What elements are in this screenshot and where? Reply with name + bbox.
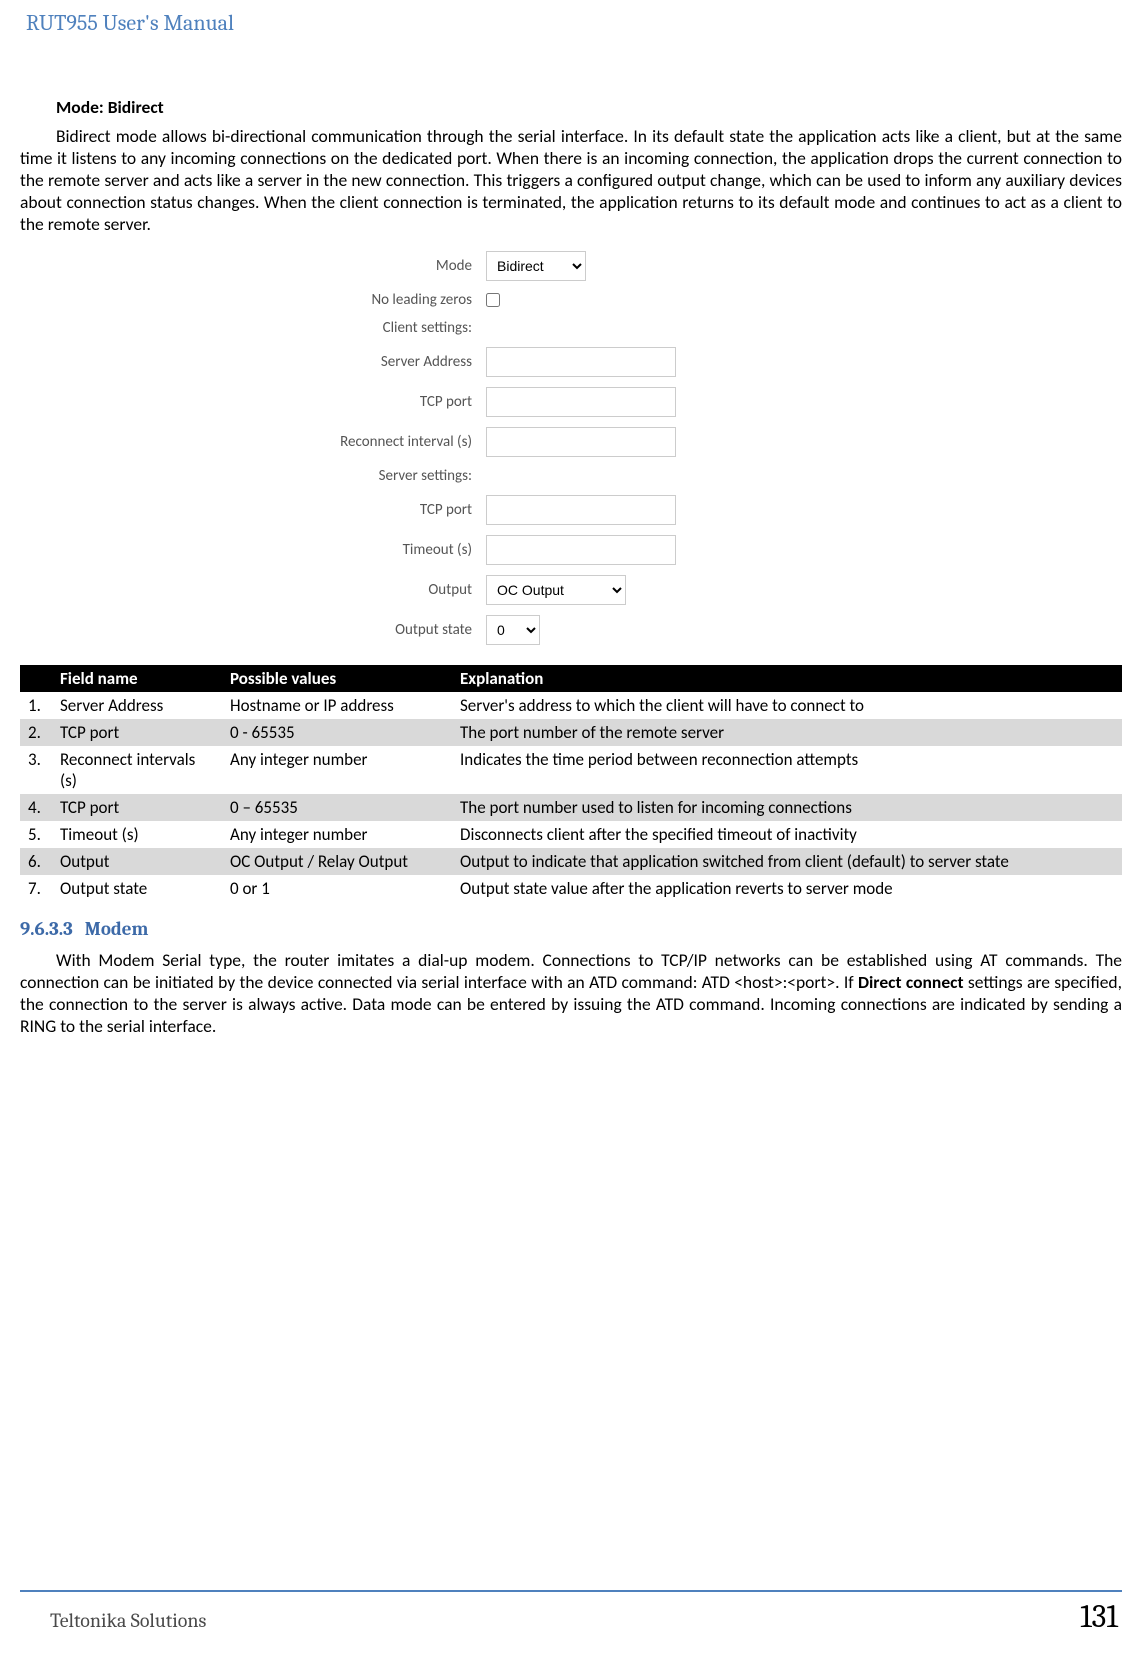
output-label: Output <box>291 581 486 599</box>
mode-select[interactable]: Bidirect <box>486 251 586 281</box>
no-leading-zeros-checkbox[interactable] <box>486 293 500 307</box>
table-row: 5. Timeout (s) Any integer number Discon… <box>20 821 1122 848</box>
modem-paragraph: With Modem Serial type, the router imita… <box>20 950 1122 1038</box>
page-footer: Teltonika Solutions 131 <box>20 1590 1122 1635</box>
tcp-port-client-input[interactable] <box>486 387 676 417</box>
cell-values: Hostname or IP address <box>222 692 452 719</box>
modem-para-bold: Direct connect <box>858 971 964 993</box>
tcp-port-client-label: TCP port <box>291 393 486 411</box>
fields-table: Field name Possible values Explanation 1… <box>20 665 1122 902</box>
mode-label: Mode <box>291 257 486 275</box>
output-state-select[interactable]: 0 <box>486 615 540 645</box>
output-state-label: Output state <box>291 621 486 639</box>
mode-paragraph: Bidirect mode allows bi-directional comm… <box>20 126 1122 235</box>
cell-num: 3. <box>20 746 52 794</box>
footer-company: Teltonika Solutions <box>50 1609 206 1632</box>
server-settings-heading: Server settings: <box>291 467 486 485</box>
cell-explanation: Output to indicate that application swit… <box>452 848 1122 875</box>
reconnect-interval-label: Reconnect interval (s) <box>291 433 486 451</box>
cell-field: Timeout (s) <box>52 821 222 848</box>
cell-num: 4. <box>20 794 52 821</box>
reconnect-interval-input[interactable] <box>486 427 676 457</box>
cell-values: Any integer number <box>222 821 452 848</box>
table-row: 6. Output OC Output / Relay Output Outpu… <box>20 848 1122 875</box>
cell-values: Any integer number <box>222 746 452 794</box>
cell-explanation: Server's address to which the client wil… <box>452 692 1122 719</box>
subheading-number: 9.6.3.3 <box>20 918 73 940</box>
table-row: 4. TCP port 0 – 65535 The port number us… <box>20 794 1122 821</box>
cell-explanation: The port number of the remote server <box>452 719 1122 746</box>
th-field: Field name <box>52 665 222 692</box>
mode-heading: Mode: Bidirect <box>56 96 1122 118</box>
cell-num: 7. <box>20 875 52 902</box>
server-address-input[interactable] <box>486 347 676 377</box>
cell-explanation: Disconnects client after the specified t… <box>452 821 1122 848</box>
table-row: 7. Output state 0 or 1 Output state valu… <box>20 875 1122 902</box>
th-num <box>20 665 52 692</box>
cell-values: 0 or 1 <box>222 875 452 902</box>
cell-explanation: Output state value after the application… <box>452 875 1122 902</box>
table-row: 2. TCP port 0 - 65535 The port number of… <box>20 719 1122 746</box>
cell-field: TCP port <box>52 794 222 821</box>
cell-values: 0 – 65535 <box>222 794 452 821</box>
cell-explanation: The port number used to listen for incom… <box>452 794 1122 821</box>
doc-header-title: RUT955 User's Manual <box>26 10 1122 36</box>
cell-field: Output state <box>52 875 222 902</box>
cell-num: 6. <box>20 848 52 875</box>
tcp-port-server-input[interactable] <box>486 495 676 525</box>
timeout-label: Timeout (s) <box>291 541 486 559</box>
cell-field: TCP port <box>52 719 222 746</box>
table-row: 1. Server Address Hostname or IP address… <box>20 692 1122 719</box>
th-explanation: Explanation <box>452 665 1122 692</box>
modem-subheading: 9.6.3.3 Modem <box>20 918 1122 940</box>
cell-num: 1. <box>20 692 52 719</box>
cell-values: 0 - 65535 <box>222 719 452 746</box>
output-select[interactable]: OC Output <box>486 575 626 605</box>
cell-field: Server Address <box>52 692 222 719</box>
tcp-port-server-label: TCP port <box>291 501 486 519</box>
th-values: Possible values <box>222 665 452 692</box>
cell-num: 2. <box>20 719 52 746</box>
cell-field: Output <box>52 848 222 875</box>
client-settings-heading: Client settings: <box>291 319 486 337</box>
footer-page-number: 131 <box>1080 1598 1118 1635</box>
table-row: 3. Reconnect intervals (s) Any integer n… <box>20 746 1122 794</box>
timeout-input[interactable] <box>486 535 676 565</box>
settings-form: Mode Bidirect No leading zeros Client se… <box>291 251 851 645</box>
server-address-label: Server Address <box>291 353 486 371</box>
no-leading-zeros-label: No leading zeros <box>291 291 486 309</box>
cell-explanation: Indicates the time period between reconn… <box>452 746 1122 794</box>
cell-field: Reconnect intervals (s) <box>52 746 222 794</box>
cell-num: 5. <box>20 821 52 848</box>
subheading-title: Modem <box>85 918 149 940</box>
cell-values: OC Output / Relay Output <box>222 848 452 875</box>
